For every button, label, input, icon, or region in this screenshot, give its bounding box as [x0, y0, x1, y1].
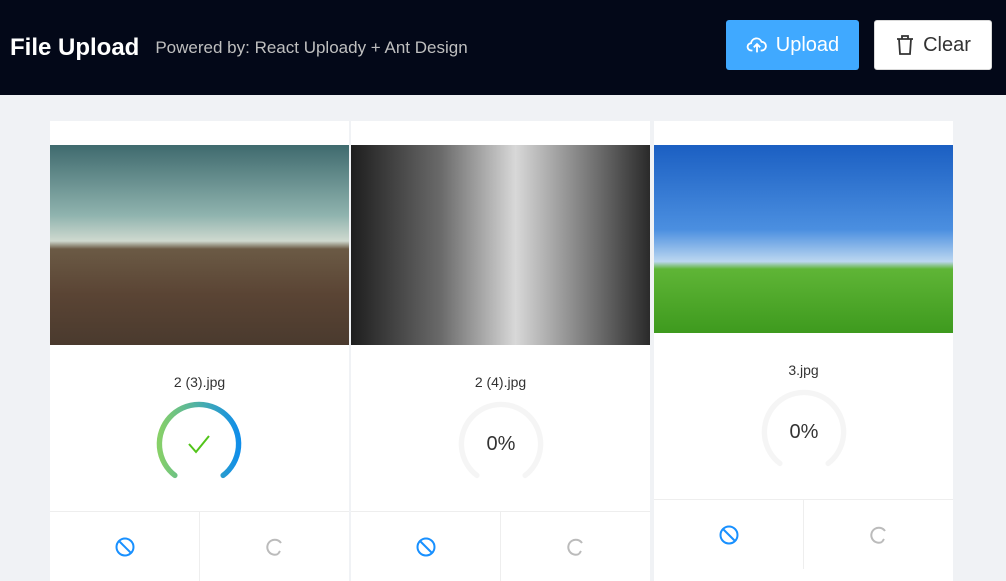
stop-icon	[416, 537, 435, 556]
redo-icon	[566, 538, 583, 556]
redo-icon	[265, 538, 282, 556]
file-card: 2 (4).jpg 0%	[351, 121, 650, 581]
app-header: File Upload Powered by: React Uploady + …	[0, 0, 1006, 95]
file-preview-image	[654, 145, 953, 333]
page-subtitle: Powered by: React Uploady + Ant Design	[155, 37, 468, 57]
clear-button[interactable]: Clear	[874, 20, 992, 70]
trash-icon	[897, 35, 914, 55]
cancel-upload-button[interactable]	[654, 500, 803, 569]
file-preview-image	[351, 145, 650, 345]
cancel-upload-button[interactable]	[50, 512, 199, 581]
progress-gauge	[154, 399, 244, 489]
stop-icon	[719, 525, 738, 544]
stop-icon	[115, 537, 134, 556]
progress-text: 0%	[789, 420, 819, 443]
clear-label: Clear	[923, 33, 971, 56]
file-preview-image	[50, 145, 349, 345]
check-icon	[188, 435, 210, 454]
progress-gauge: 0%	[759, 387, 849, 477]
retry-upload-button[interactable]	[199, 512, 349, 581]
retry-upload-button[interactable]	[803, 500, 953, 569]
retry-upload-button[interactable]	[500, 512, 650, 581]
progress-text: 0%	[486, 432, 516, 455]
file-name: 2 (3).jpg	[173, 374, 226, 390]
cloud-upload-icon	[746, 37, 767, 53]
file-card: 2 (3).jpg	[50, 121, 349, 581]
upload-button[interactable]: Upload	[726, 20, 859, 70]
upload-label: Upload	[775, 33, 840, 56]
file-card: 3.jpg 0%	[654, 121, 953, 581]
file-name: 3.jpg	[788, 362, 819, 378]
file-name: 2 (4).jpg	[474, 374, 527, 390]
page-title: File Upload	[10, 33, 140, 61]
progress-gauge: 0%	[456, 399, 546, 489]
redo-icon	[869, 526, 886, 544]
cancel-upload-button[interactable]	[351, 512, 500, 581]
